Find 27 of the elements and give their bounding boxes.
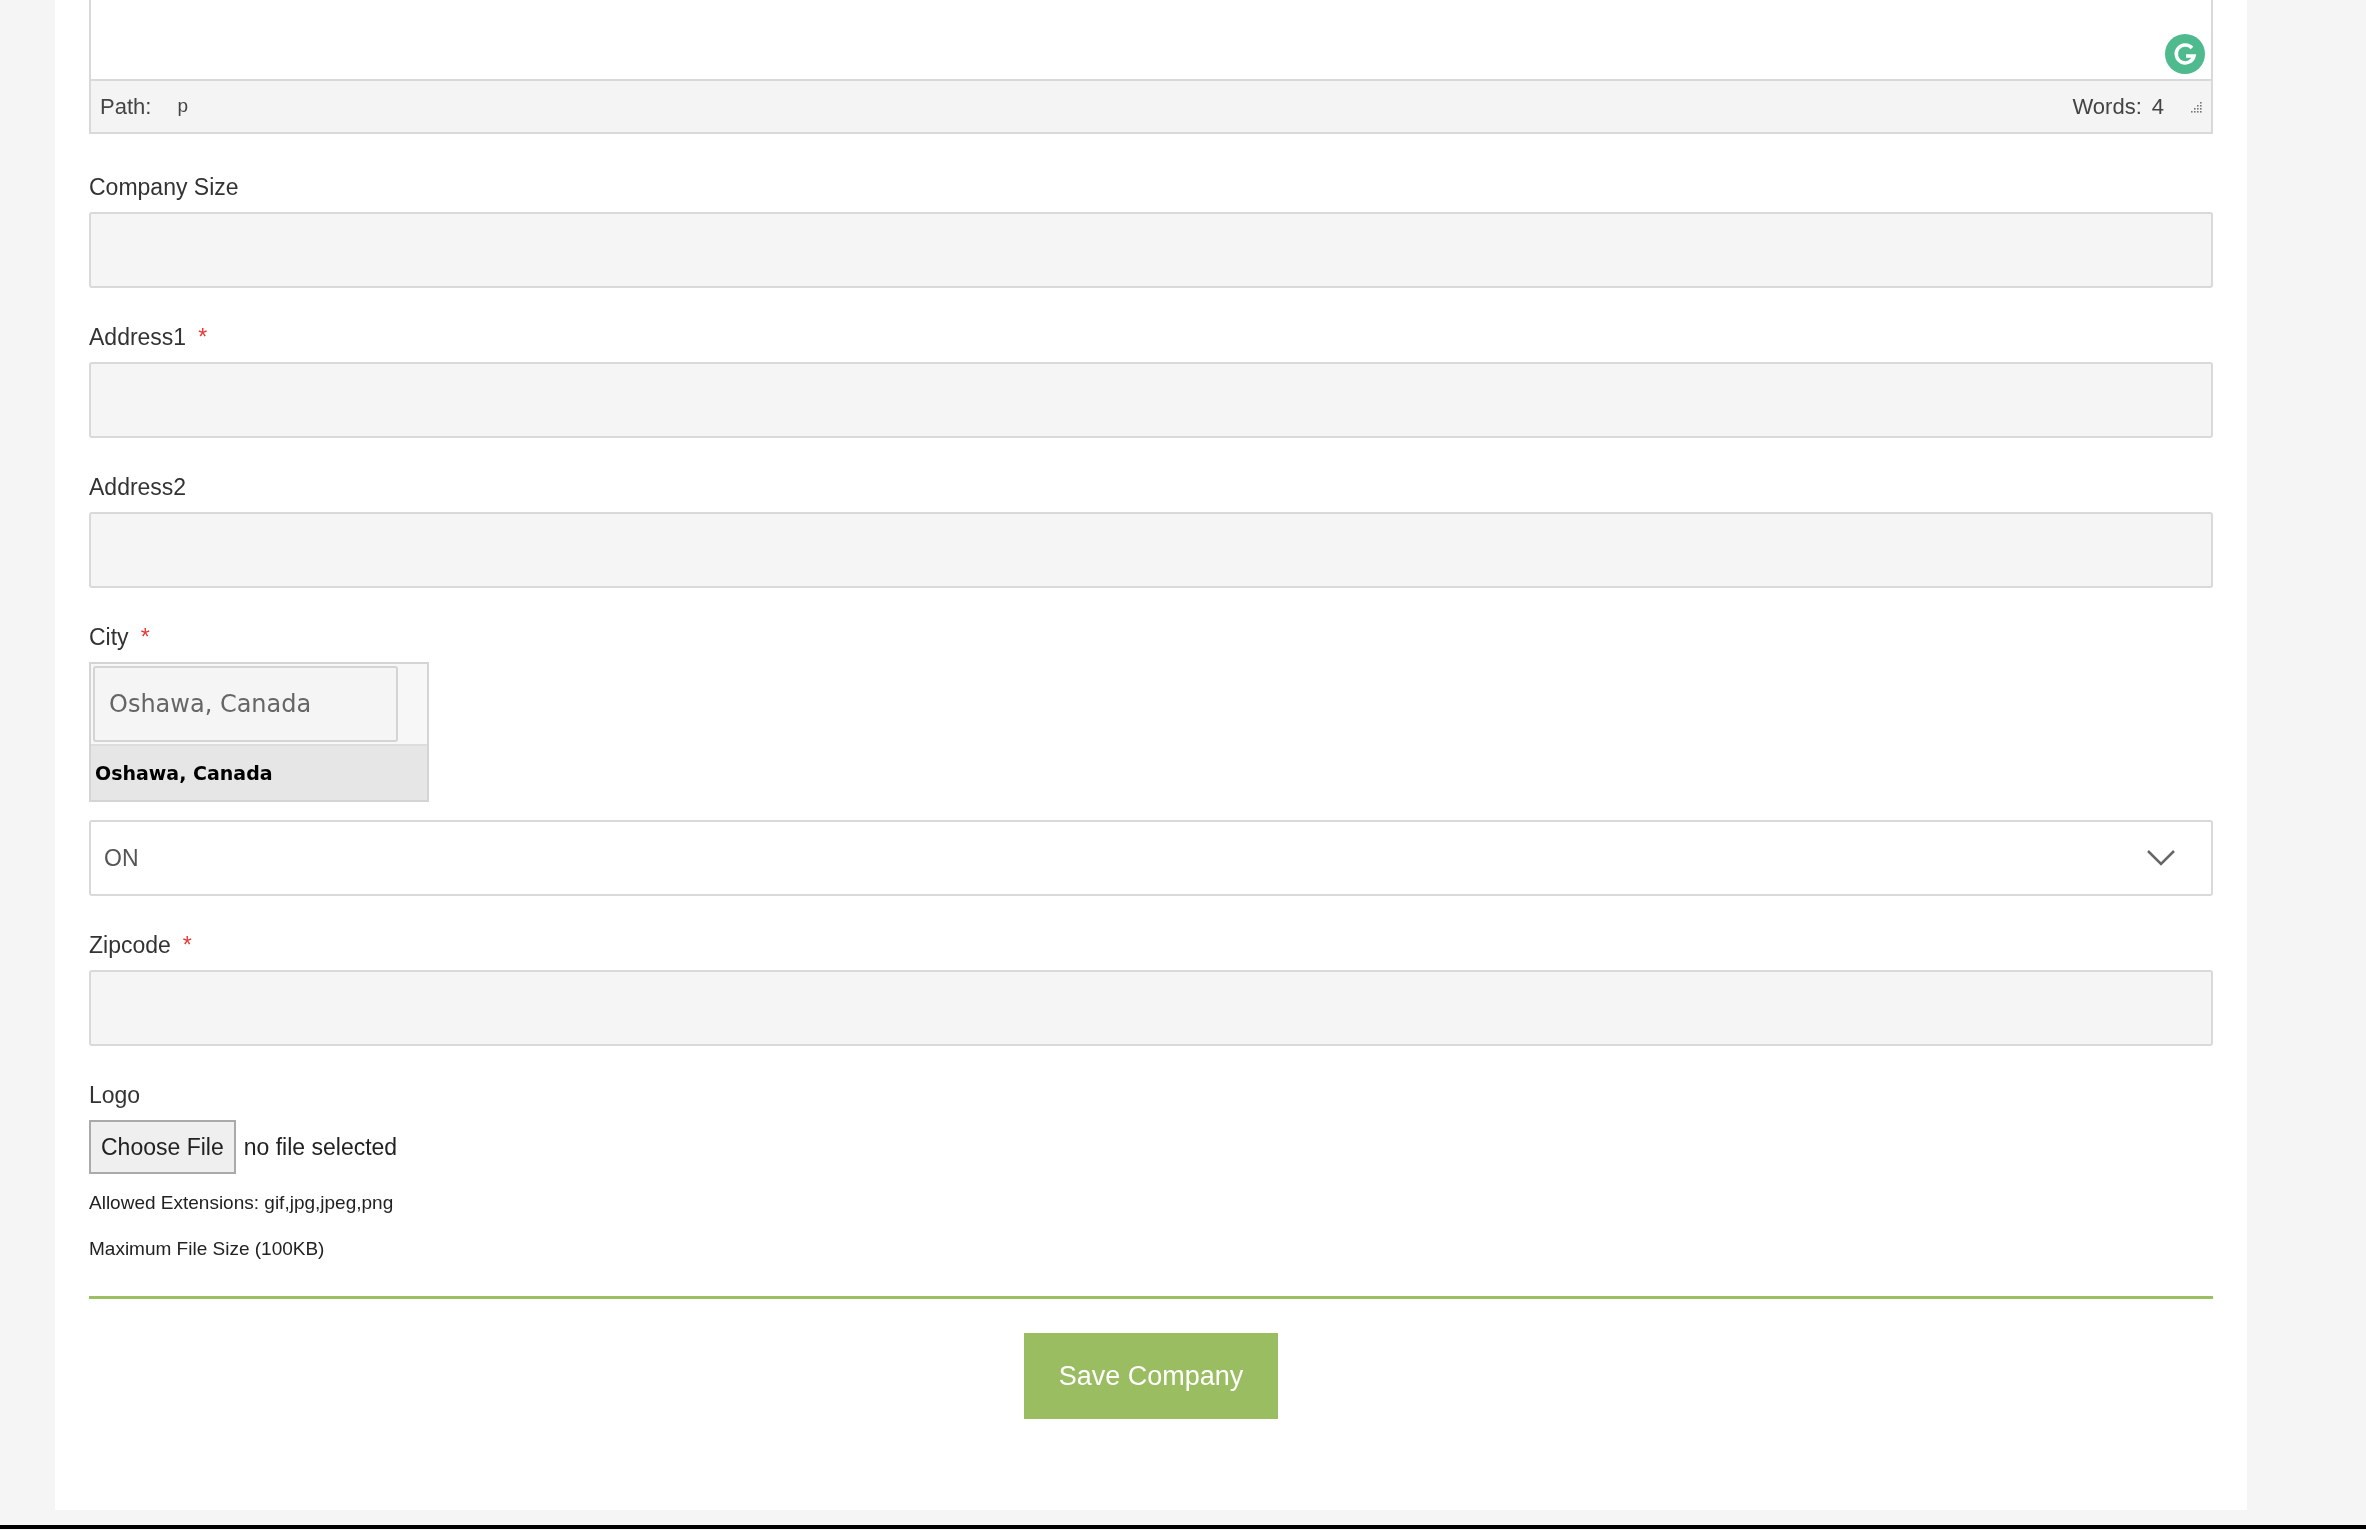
word-count-label: Words: (2072, 93, 2142, 121)
suggestion-item[interactable]: Oshawa, Canada (91, 744, 427, 800)
choose-file-button[interactable]: Choose File (89, 1120, 236, 1174)
field-label: Address1 (89, 322, 187, 352)
field-label: City (89, 622, 129, 652)
file-note: Maximum File Size (100KB) (89, 1236, 326, 1261)
grammar-check-icon[interactable] (2165, 34, 2205, 74)
field-label: Zipcode (89, 930, 171, 960)
field-label: Address2 (89, 472, 187, 502)
path-label: Path: (100, 93, 152, 121)
city-field[interactable]: Oshawa, Canada (93, 666, 398, 742)
file-note: Allowed Extensions: gif,jpg,jpeg,png (89, 1190, 395, 1215)
resize-grip-icon[interactable] (2188, 99, 2202, 114)
text-field[interactable] (89, 512, 2213, 588)
field-label: Logo (89, 1080, 141, 1110)
text-field[interactable] (89, 970, 2213, 1046)
chevron-down-icon (2147, 850, 2175, 866)
required-asterisk: * (140, 622, 150, 652)
file-status: no file selected (243, 1132, 398, 1162)
required-asterisk: * (182, 930, 192, 960)
word-count: 4 (2151, 93, 2164, 121)
path-value[interactable]: p (177, 92, 188, 121)
text-field[interactable] (89, 362, 2213, 438)
state-select[interactable]: ON (89, 820, 2213, 896)
field-label: Company Size (89, 172, 239, 202)
required-asterisk: * (198, 322, 208, 352)
text-field[interactable] (89, 212, 2213, 288)
